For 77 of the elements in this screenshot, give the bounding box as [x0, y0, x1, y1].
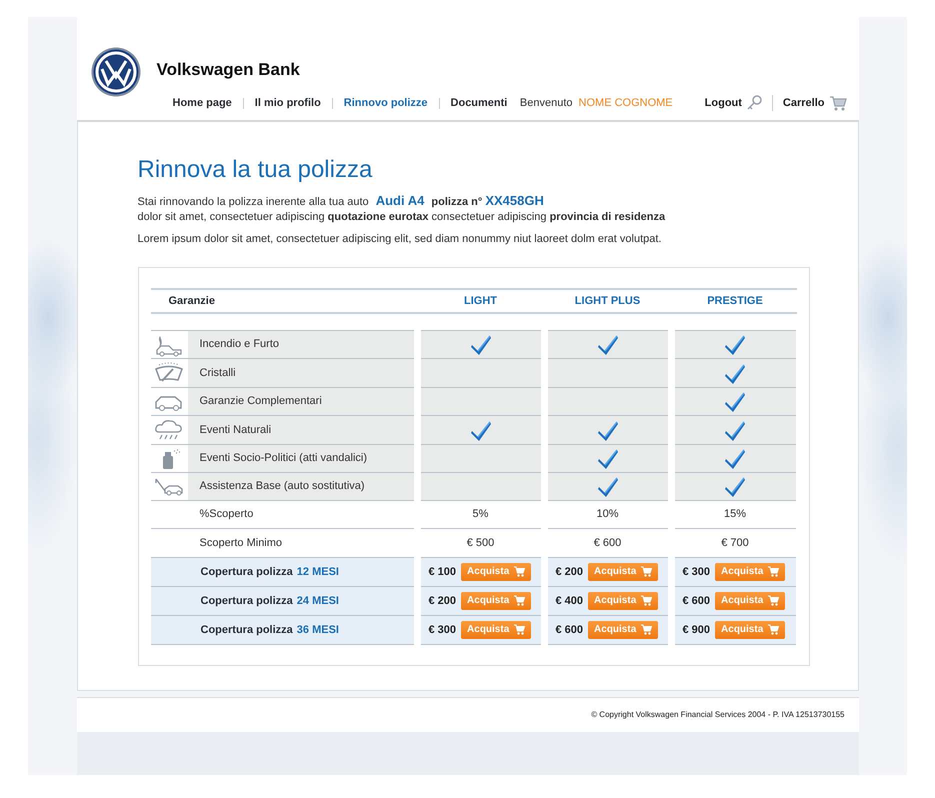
offer-label: Copertura polizza 24 MESI — [200, 594, 339, 609]
price-text: € 200 — [428, 594, 456, 609]
plan-header: LIGHT PLUS — [574, 294, 642, 309]
price-text: € 400 — [556, 594, 584, 609]
buy-button[interactable]: Acquista — [715, 620, 786, 639]
checkmark-icon — [724, 418, 746, 442]
cart-icon — [514, 595, 526, 606]
checkmark-icon — [724, 362, 746, 385]
nav-link[interactable]: Home page — [158, 98, 244, 109]
intro-text: dolor sit amet, consectetuer adipiscing quotazione eurotax consectetuer adipiscing provincia di residenza — [138, 210, 666, 225]
cart-icon — [768, 624, 780, 636]
table-value: € 500 — [466, 536, 494, 551]
checkmark-icon — [596, 333, 618, 356]
table-value: 15% — [724, 507, 746, 522]
checkmark-icon — [596, 418, 618, 442]
buy-button[interactable]: Acquista — [715, 562, 786, 581]
checkmark-icon — [596, 447, 618, 470]
checkmark-icon — [470, 418, 492, 442]
key-icon — [746, 95, 762, 112]
guarantee-label: Eventi Socio-Politici (atti vandalici) — [188, 444, 414, 472]
emblem-logo — [90, 47, 140, 97]
checkmark-icon — [724, 447, 746, 470]
cart-icon — [828, 95, 846, 112]
guarantee-label: Garanzie Complementari — [188, 388, 414, 416]
cart-icon — [514, 566, 526, 578]
plan-header: LIGHT — [463, 294, 498, 309]
checkmark-icon — [724, 390, 746, 414]
price-text: € 100 — [428, 564, 456, 580]
price-text: € 300 — [682, 564, 710, 580]
nav-link[interactable]: Documenti — [440, 98, 518, 109]
column-header: Garanzie — [168, 294, 216, 309]
price-text: € 900 — [682, 622, 710, 638]
buy-button[interactable]: Acquista — [588, 592, 658, 610]
buy-button[interactable]: Acquista — [461, 620, 532, 639]
guarantee-label: Incendio e Furto — [188, 330, 414, 358]
welcome-text: Benvenuto — [520, 96, 573, 111]
row-label: Scoperto Minimo — [200, 536, 282, 551]
price-text: € 600 — [682, 594, 710, 609]
user-name: NOME COGNOME — [578, 96, 673, 111]
cart-link[interactable]: Carrello — [772, 95, 846, 112]
checkmark-icon — [724, 475, 746, 498]
offer-label: Copertura polizza 36 MESI — [200, 622, 339, 638]
price-text: € 600 — [556, 622, 584, 638]
price-text: € 300 — [428, 622, 456, 638]
checkmark-icon — [470, 333, 492, 356]
cart-icon — [514, 624, 526, 636]
copyright-text: © Copyright Volkswagen Financial Services 2004 - P. IVA 12513730155 — [591, 709, 844, 721]
offer-label: Copertura polizza 12 MESI — [200, 564, 339, 580]
table-value: 5% — [472, 507, 488, 522]
nav-link[interactable]: Rinnovo polizze — [332, 98, 440, 109]
buy-button[interactable]: Acquista — [461, 562, 532, 581]
price-text: € 200 — [556, 564, 584, 580]
buy-button[interactable]: Acquista — [588, 620, 658, 639]
nav-link[interactable]: Il mio profilo — [244, 98, 333, 109]
guarantee-label: Assistenza Base (auto sostitutiva) — [188, 473, 414, 500]
cart-icon — [641, 595, 652, 606]
cart-icon — [641, 566, 652, 578]
plan-header: PRESTIGE — [706, 294, 764, 309]
cart-icon — [768, 595, 780, 606]
intro-text: Stai rinnovando la polizza inerente alla tua auto Audi A4 polizza n° XX458GH — [138, 192, 545, 210]
cart-icon — [768, 566, 780, 578]
table-value: 10% — [596, 507, 619, 522]
brand-name: Volkswagen Bank — [156, 59, 300, 82]
buy-button[interactable]: Acquista — [588, 562, 658, 581]
checkmark-icon — [724, 333, 746, 356]
intro-text: Lorem ipsum dolor sit amet, consectetuer adipiscing elit, sed diam nonummy niut laoreet dolm erat volutpat. — [138, 232, 662, 247]
buy-button[interactable]: Acquista — [461, 592, 532, 610]
checkmark-icon — [596, 475, 618, 498]
table-value: € 700 — [721, 536, 749, 551]
guarantee-label: Cristalli — [188, 359, 414, 387]
page-title: Rinnova la tua polizza — [138, 156, 374, 185]
buy-button[interactable]: Acquista — [715, 592, 786, 610]
cart-icon — [641, 624, 652, 636]
guarantee-label: Eventi Naturali — [188, 416, 414, 444]
logout-link[interactable]: Logout — [694, 95, 772, 112]
row-label: %Scoperto — [200, 507, 254, 522]
table-value: € 600 — [594, 536, 622, 551]
